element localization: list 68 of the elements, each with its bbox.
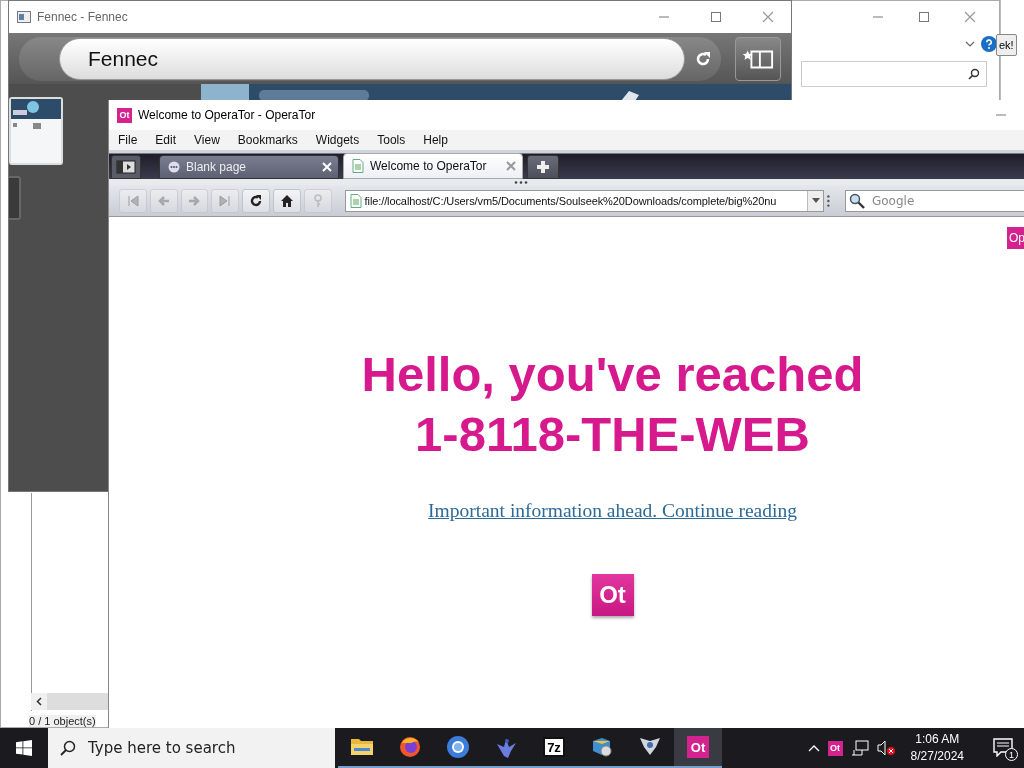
scrollbar[interactable] bbox=[31, 693, 111, 710]
menu-item[interactable]: Bookmarks bbox=[237, 133, 308, 147]
network-icon[interactable] bbox=[850, 740, 869, 756]
search-field[interactable]: Type here to search bbox=[48, 728, 335, 768]
fox-globe-icon bbox=[398, 735, 422, 759]
back-icon bbox=[156, 193, 171, 208]
address-field[interactable]: file://localhost/C:/Users/vm5/Documents/Soulseek%20Downloads/complete/big%20nu bbox=[344, 189, 825, 212]
package-disc-icon bbox=[590, 735, 614, 759]
notifications-icon bbox=[992, 736, 1014, 757]
tab[interactable]: Blank page bbox=[159, 155, 339, 179]
maximize-icon bbox=[917, 11, 931, 23]
page-heading: Hello, you've reached 1-8118-THE-WEB bbox=[361, 346, 864, 463]
reload-button[interactable] bbox=[242, 188, 270, 213]
scroll-left-button[interactable] bbox=[31, 693, 47, 710]
window-title: Welcome to OperaTor - OperaTor bbox=[138, 108, 316, 122]
taskbar-app[interactable]: Ot bbox=[674, 728, 722, 768]
menu-item[interactable]: View bbox=[194, 133, 230, 147]
badge: Op bbox=[1007, 227, 1024, 249]
chevron-down-icon[interactable] bbox=[965, 41, 975, 47]
help-icon[interactable] bbox=[981, 36, 997, 52]
menu-item[interactable]: File bbox=[118, 133, 148, 147]
bookmarks-button[interactable] bbox=[735, 36, 781, 81]
speaker-muted-icon[interactable] bbox=[876, 740, 895, 756]
notifications-button[interactable]: 1 bbox=[988, 733, 1018, 763]
link[interactable]: Important information ahead. Continue reading bbox=[428, 500, 797, 522]
search-field[interactable]: Google bbox=[844, 189, 1024, 212]
url-field[interactable]: Fennec bbox=[59, 37, 685, 80]
windows-icon bbox=[16, 740, 32, 756]
dropdown-arrow-icon[interactable] bbox=[811, 198, 820, 203]
menu-item[interactable]: Help bbox=[423, 133, 458, 147]
panel-toggle-button[interactable] bbox=[111, 155, 141, 179]
chevron-left-icon bbox=[36, 697, 42, 706]
tab[interactable]: Welcome to OperaTor bbox=[343, 153, 523, 179]
taskbar-app[interactable]: 7z bbox=[530, 728, 578, 768]
status-text: 0 / 1 object(s) bbox=[29, 715, 96, 727]
reload-icon bbox=[249, 193, 264, 208]
search-icon bbox=[968, 68, 980, 80]
panel-icon bbox=[116, 160, 136, 174]
grip-icon[interactable] bbox=[827, 192, 830, 209]
plus-icon bbox=[536, 160, 550, 174]
close-icon[interactable] bbox=[506, 161, 516, 171]
menu-item[interactable]: Edit bbox=[155, 133, 187, 147]
search-field[interactable] bbox=[801, 61, 987, 87]
page-icon bbox=[349, 193, 362, 208]
forward-icon bbox=[187, 193, 202, 208]
chevron-up-icon[interactable] bbox=[807, 744, 820, 752]
logo: Ot bbox=[591, 574, 634, 616]
menu-item[interactable]: Widgets bbox=[315, 133, 370, 147]
rewind-icon bbox=[125, 193, 140, 208]
home-icon bbox=[279, 193, 294, 208]
page-icon bbox=[352, 159, 364, 173]
window-title: Fennec - Fennec bbox=[37, 10, 128, 24]
app-icon: Ot bbox=[117, 107, 132, 123]
globe-circle-icon bbox=[446, 735, 470, 759]
grip-icon[interactable] bbox=[513, 180, 528, 184]
window-icon bbox=[17, 11, 31, 23]
speech-bubble-icon bbox=[168, 161, 180, 173]
new-tab-button[interactable] bbox=[527, 155, 559, 179]
close-icon bbox=[761, 11, 775, 23]
tab-thumbnail[interactable] bbox=[9, 97, 63, 165]
tray-app-icon[interactable]: Ot bbox=[827, 740, 843, 756]
close-icon bbox=[963, 11, 977, 23]
clock[interactable]: 1:06 AM 8/27/2024 bbox=[902, 731, 972, 765]
fast-forward-icon bbox=[218, 193, 233, 208]
maximize-icon bbox=[709, 11, 723, 23]
button[interactable]: ek! bbox=[996, 34, 1017, 56]
home-button[interactable] bbox=[273, 188, 301, 213]
menu-item[interactable]: Tools bbox=[377, 133, 416, 147]
